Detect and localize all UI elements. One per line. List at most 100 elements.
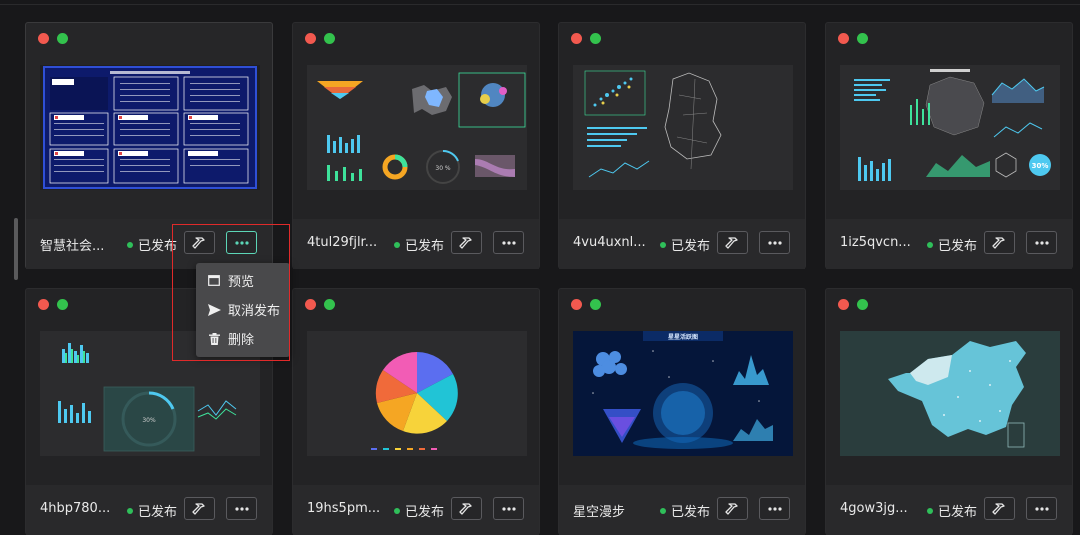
status-badge: 已发布 [927, 501, 977, 520]
more-dots-icon [767, 240, 782, 245]
project-card[interactable]: 星星活跃图 星空漫步 已发布 [558, 288, 806, 535]
project-name[interactable]: 1iz5qvcn... [840, 235, 911, 250]
project-name[interactable]: 4hbp780... [40, 501, 110, 516]
card-footer: 星空漫步 已发布 [559, 485, 805, 535]
status-dot-icon [927, 508, 933, 514]
status-dot-icon [927, 242, 933, 248]
status-text: 已发布 [938, 505, 978, 520]
thumbnail-graphic [573, 65, 793, 190]
more-dots-icon [1034, 240, 1049, 245]
project-thumbnail[interactable]: 星星活跃图 [573, 331, 793, 456]
red-dot-icon [38, 33, 49, 44]
status-text: 已发布 [671, 505, 711, 520]
status-text: 已发布 [671, 239, 711, 254]
project-thumbnail[interactable] [840, 331, 1060, 456]
more-button[interactable] [759, 497, 790, 520]
more-button[interactable] [226, 497, 257, 520]
status-dot-icon [394, 508, 400, 514]
green-dot-icon [324, 33, 335, 44]
edit-button[interactable] [451, 231, 482, 254]
status-dot-icon [127, 242, 133, 248]
status-badge: 已发布 [660, 235, 710, 254]
edit-button[interactable] [717, 497, 748, 520]
card-footer: 4tul29fjlr... 已发布 [293, 219, 539, 269]
thumbnail-graphic: 30 % [307, 65, 527, 190]
green-dot-icon [57, 299, 68, 310]
green-dot-icon [590, 299, 601, 310]
project-name[interactable]: 19hs5pm... [307, 501, 380, 516]
thumbnail-graphic [40, 65, 260, 190]
project-thumbnail[interactable] [573, 65, 793, 190]
project-thumbnail[interactable]: 30 % [307, 65, 527, 190]
card-footer: 19hs5pm... 已发布 [293, 485, 539, 535]
project-name[interactable]: 4gow3jg... [840, 501, 908, 516]
project-card[interactable]: 4vu4uxnl... 已发布 [558, 22, 806, 269]
status-text: 已发布 [405, 505, 445, 520]
project-name[interactable]: 4vu4uxnl... [573, 235, 646, 250]
more-dots-icon [234, 506, 249, 511]
project-name[interactable]: 4tul29fjlr... [307, 235, 377, 250]
project-thumbnail[interactable]: 30% [840, 65, 1060, 190]
edit-button[interactable] [984, 497, 1015, 520]
project-thumbnail[interactable] [40, 65, 260, 190]
status-text: 已发布 [938, 239, 978, 254]
red-dot-icon [571, 33, 582, 44]
status-text: 已发布 [405, 239, 445, 254]
status-dot-icon [394, 242, 400, 248]
thumbnail-graphic [840, 331, 1060, 456]
more-dots-icon [1034, 506, 1049, 511]
edit-button[interactable] [184, 497, 215, 520]
status-dot-icon [660, 508, 666, 514]
status-badge: 已发布 [927, 235, 977, 254]
green-dot-icon [857, 33, 868, 44]
status-badge: 已发布 [394, 501, 444, 520]
project-thumbnail[interactable] [307, 331, 527, 456]
green-dot-icon [590, 33, 601, 44]
more-button[interactable] [493, 497, 524, 520]
more-button[interactable] [1026, 497, 1057, 520]
project-card[interactable]: 19hs5pm... 已发布 [292, 288, 540, 535]
ring-value: 30% [1032, 162, 1049, 170]
more-dots-icon [767, 506, 782, 511]
hammer-icon [191, 502, 205, 515]
hammer-icon [458, 236, 472, 249]
status-badge: 已发布 [394, 235, 444, 254]
hammer-icon [991, 502, 1005, 515]
project-name[interactable]: 星空漫步 [573, 501, 625, 520]
project-card[interactable]: 30 % 4tul29fjlr... 已发布 [292, 22, 540, 269]
more-dots-icon [501, 240, 516, 245]
red-dot-icon [305, 299, 316, 310]
hammer-icon [724, 236, 738, 249]
project-name[interactable]: 智慧社会... [40, 235, 104, 254]
status-text: 已发布 [138, 505, 178, 520]
scrollbar[interactable] [14, 218, 18, 280]
project-card[interactable]: 30% 1iz5qvcn... 已发布 [825, 22, 1073, 269]
starry-title: 星星活跃图 [668, 333, 698, 341]
card-footer: 4hbp780... 已发布 [26, 485, 272, 535]
edit-button[interactable] [984, 231, 1015, 254]
hammer-icon [458, 502, 472, 515]
card-footer: 4vu4uxnl... 已发布 [559, 219, 805, 269]
status-badge: 已发布 [127, 235, 177, 254]
green-dot-icon [857, 299, 868, 310]
top-divider [0, 4, 1080, 5]
thumbnail-graphic: 星星活跃图 [573, 331, 793, 456]
edit-button[interactable] [717, 231, 748, 254]
thumbnail-graphic [307, 331, 527, 456]
red-dot-icon [838, 33, 849, 44]
red-dot-icon [838, 299, 849, 310]
highlight-box [172, 224, 290, 361]
red-dot-icon [38, 299, 49, 310]
project-card[interactable]: 4gow3jg... 已发布 [825, 288, 1073, 535]
red-dot-icon [571, 299, 582, 310]
status-badge: 已发布 [660, 501, 710, 520]
more-dots-icon [501, 506, 516, 511]
more-button[interactable] [1026, 231, 1057, 254]
more-button[interactable] [759, 231, 790, 254]
hammer-icon [991, 236, 1005, 249]
status-dot-icon [127, 508, 133, 514]
card-footer: 1iz5qvcn... 已发布 [826, 219, 1072, 269]
more-button[interactable] [493, 231, 524, 254]
edit-button[interactable] [451, 497, 482, 520]
green-dot-icon [57, 33, 68, 44]
